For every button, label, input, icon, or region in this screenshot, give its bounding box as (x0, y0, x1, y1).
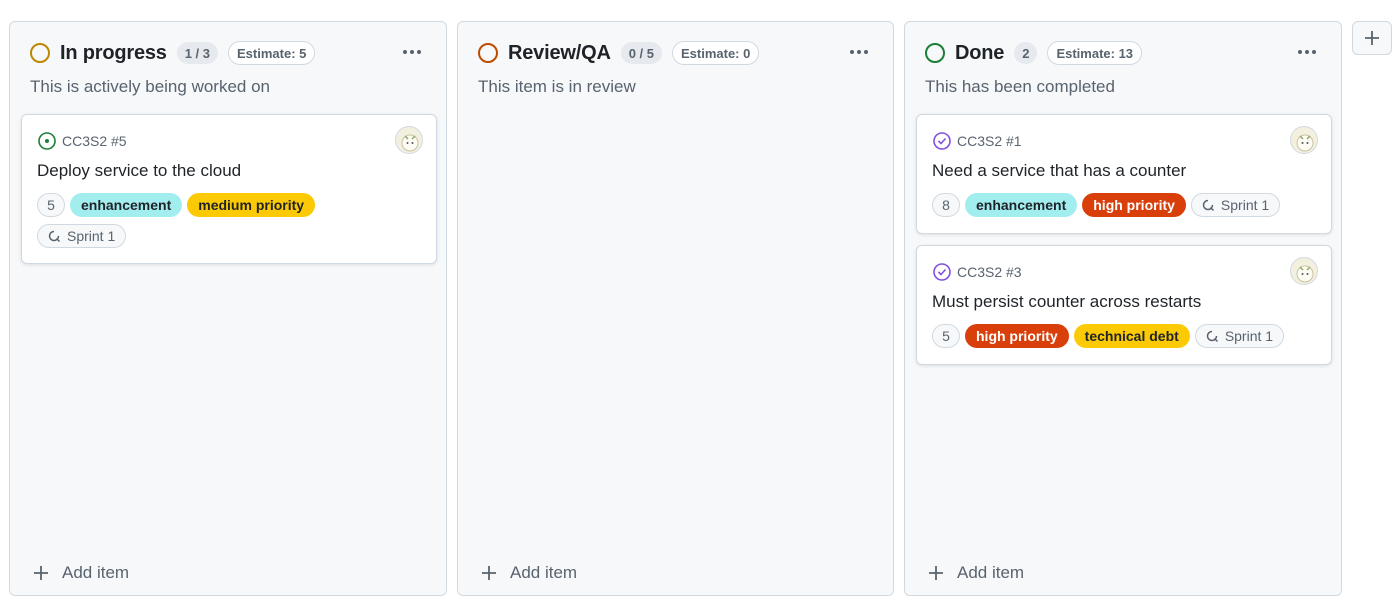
column-header: Done 2 Estimate: 13 (925, 40, 1321, 66)
iteration-icon (48, 230, 61, 243)
avatar-image-icon (1296, 265, 1314, 283)
card-fields-row: 5 high priority technical debt Sprint 1 (932, 324, 1285, 348)
item-count-badge: 2 (1014, 42, 1038, 64)
estimate-chip: 5 (37, 193, 65, 217)
column-header: Review/QA 0 / 5 Estimate: 0 (478, 40, 873, 66)
sprint-label: Sprint 1 (1224, 328, 1274, 344)
card-fields-row: 5 enhancement medium priority (37, 193, 316, 217)
card-fields-row: 8 enhancement high priority Sprint 1 (932, 193, 1281, 217)
plus-icon (929, 566, 943, 580)
issue-opened-icon (38, 132, 56, 150)
column-review-qa: Review/QA 0 / 5 Estimate: 0 This item is… (457, 21, 894, 596)
column-menu-button[interactable] (845, 38, 873, 66)
column-description: This item is in review (478, 77, 636, 96)
label-enhancement[interactable]: enhancement (70, 193, 183, 217)
add-item-button[interactable]: Add item (480, 563, 577, 583)
status-circle-icon (30, 43, 50, 63)
card-title[interactable]: Deploy service to the cloud (37, 161, 241, 181)
card-item[interactable]: CC3S2 #1 Need a service that has a count… (916, 114, 1332, 234)
label-technical-debt[interactable]: technical debt (1073, 324, 1190, 348)
avatar[interactable] (1290, 126, 1318, 154)
estimate-chip: 5 (932, 324, 960, 348)
sprint-label: Sprint 1 (1220, 197, 1270, 213)
status-circle-icon (925, 43, 945, 63)
avatar-image-icon (1296, 134, 1314, 152)
add-item-label: Add item (62, 563, 130, 582)
column-title: In progress (60, 41, 167, 64)
issue-reference[interactable]: CC3S2 #5 (37, 131, 127, 151)
column-menu-button[interactable] (1293, 38, 1321, 66)
sprint-chip[interactable]: Sprint 1 (1194, 324, 1285, 348)
estimate-badge: Estimate: 13 (1047, 41, 1143, 65)
estimate-chip: 8 (932, 193, 960, 217)
iteration-icon (1206, 330, 1218, 343)
add-item-label: Add item (510, 563, 578, 582)
issue-reference[interactable]: CC3S2 #3 (932, 262, 1022, 282)
issue-reference-text: CC3S2 #3 (957, 264, 1022, 280)
column-title: Review/QA (508, 41, 611, 64)
item-count-badge: 1 / 3 (176, 42, 219, 64)
issue-closed-icon (933, 263, 951, 281)
iteration-icon (1202, 199, 1214, 212)
plus-icon (482, 566, 496, 580)
estimate-badge: Estimate: 5 (228, 41, 316, 65)
issue-reference-text: CC3S2 #5 (62, 133, 127, 149)
status-circle-icon (478, 43, 498, 63)
estimate-badge: Estimate: 0 (671, 41, 760, 65)
item-count-badge: 0 / 5 (620, 42, 662, 64)
issue-reference-text: CC3S2 #1 (957, 133, 1022, 149)
card-item[interactable]: CC3S2 #3 Must persist counter across res… (916, 245, 1332, 365)
card-title[interactable]: Need a service that has a counter (932, 161, 1186, 181)
card-title[interactable]: Must persist counter across restarts (932, 292, 1201, 312)
column-description: This is actively being worked on (30, 77, 271, 96)
plus-icon (34, 566, 48, 580)
card-fields-row: Sprint 1 (37, 224, 127, 248)
issue-reference[interactable]: CC3S2 #1 (932, 131, 1022, 151)
column-description: This has been completed (925, 77, 1115, 96)
plus-icon (1365, 31, 1379, 45)
label-medium-priority[interactable]: medium priority (187, 193, 316, 217)
column-header: In progress 1 / 3 Estimate: 5 (30, 40, 426, 66)
avatar[interactable] (1290, 257, 1318, 285)
add-item-button[interactable]: Add item (32, 563, 129, 583)
label-high-priority[interactable]: high priority (1082, 193, 1186, 217)
label-enhancement[interactable]: enhancement (965, 193, 1078, 217)
column-in-progress: In progress 1 / 3 Estimate: 5 This is ac… (9, 21, 447, 596)
add-column-button[interactable] (1352, 21, 1392, 55)
column-done: Done 2 Estimate: 13 This has been comple… (904, 21, 1342, 596)
avatar-image-icon (401, 134, 419, 152)
avatar[interactable] (395, 126, 423, 154)
add-item-button[interactable]: Add item (927, 563, 1024, 583)
card-item[interactable]: CC3S2 #5 Deploy service to the cloud 5 e… (21, 114, 437, 264)
sprint-label: Sprint 1 (67, 228, 116, 244)
add-item-label: Add item (957, 563, 1025, 582)
sprint-chip[interactable]: Sprint 1 (37, 224, 127, 248)
label-high-priority[interactable]: high priority (965, 324, 1069, 348)
sprint-chip[interactable]: Sprint 1 (1190, 193, 1281, 217)
column-menu-button[interactable] (398, 38, 426, 66)
column-title: Done (955, 41, 1005, 64)
issue-closed-icon (933, 132, 951, 150)
